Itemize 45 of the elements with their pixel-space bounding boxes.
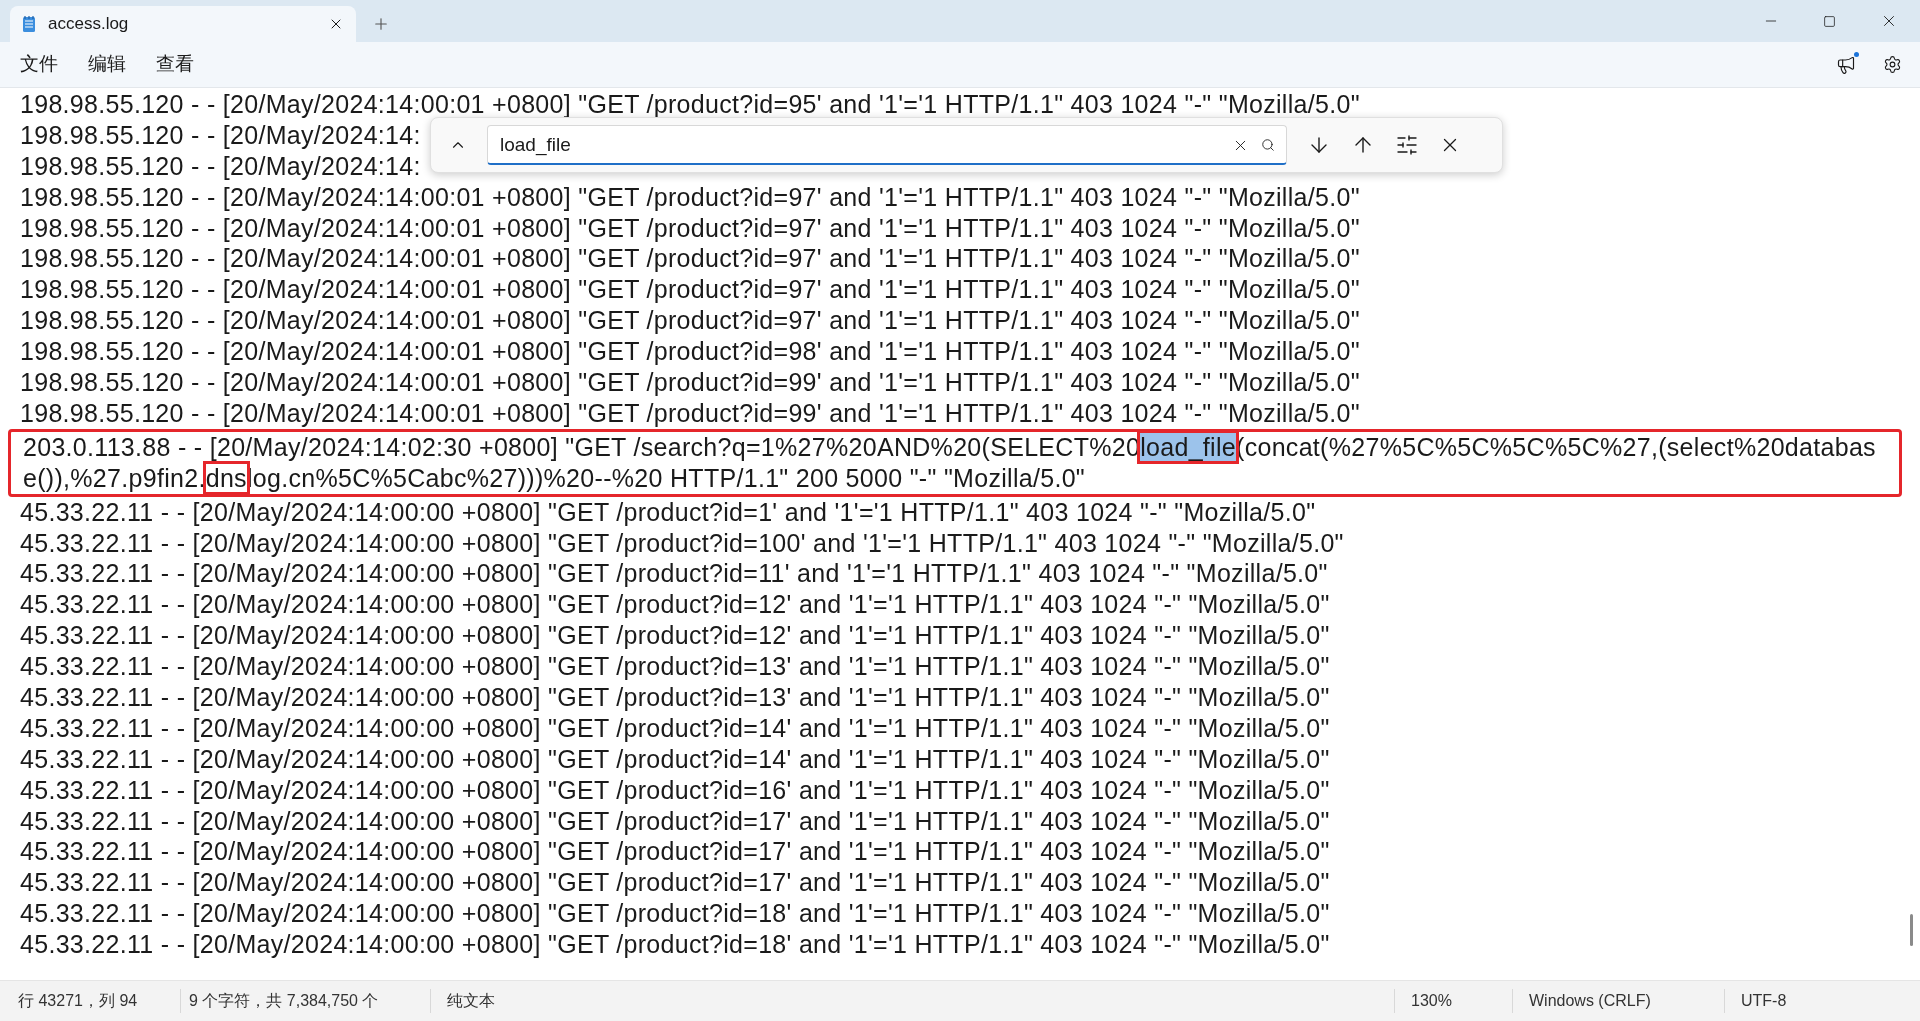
log-line: 45.33.22.11 - - [20/May/2024:14:00:00 +0800] "GET /product?id=1' and '1'='1 HTTP/1.1" 403 1024 "-" "Mozilla/5.0" xyxy=(20,496,1316,528)
menu-item[interactable]: 编辑 xyxy=(86,50,128,79)
log-line: 198.98.55.120 - - [20/May/2024:14:00:01 +0800] "GET /product?id=99' and '1'='1 HTTP/1.1" 403 1024 "-" "Mozilla/5.0" xyxy=(20,397,1360,429)
log-line: 198.98.55.120 - - [20/May/2024:14:00:01 +0800] "GET /product?id=98' and '1'='1 HTTP/1.1" 403 1024 "-" "Mozilla/5.0" xyxy=(20,336,1360,368)
log-line: 198.98.55.120 - - [20/May/2024:14:00:01 +0800] "GET /product?id=97' and '1'='1 HTTP/1.1" 403 1024 "-" "Mozilla/5.0" xyxy=(20,305,1360,337)
log-line: 45.33.22.11 - - [20/May/2024:14:00:00 +0800] "GET /product?id=12' and '1'='1 HTTP/1.1" 403 1024 "-" "Mozilla/5.0" xyxy=(20,620,1330,652)
log-line: 45.33.22.11 - - [20/May/2024:14:00:00 +0800] "GET /product?id=100' and '1'='1 HTTP/1.1" 403 1024 "-" "Mozilla/5.0" xyxy=(20,527,1344,559)
line-ending: Windows (CRLF) xyxy=(1512,989,1724,1013)
log-line: 198.98.55.120 - - [20/May/2024:14:00:01 +0800] "GET /product?id=97' and '1'='1 HTTP/1.1" 403 1024 "-" "Mozilla/5.0" xyxy=(20,212,1360,244)
log-line: 45.33.22.11 - - [20/May/2024:14:00:00 +0800] "GET /product?id=17' and '1'='1 HTTP/1.1" 403 1024 "-" "Mozilla/5.0" xyxy=(20,867,1330,899)
log-line: 45.33.22.11 - - [20/May/2024:14:00:00 +0800] "GET /product?id=17' and '1'='1 HTTP/1.1" 403 1024 "-" "Mozilla/5.0" xyxy=(20,805,1330,837)
tab-title: access.log xyxy=(48,13,130,36)
log-line: 198.98.55.120 - - [20/May/2024:14:00:01 +0800] "GET /product?id=97' and '1'='1 HTTP/1.1" 403 1024 "-" "Mozilla/5.0" xyxy=(20,181,1360,213)
settings-icon[interactable] xyxy=(1883,55,1902,74)
log-line: 198.98.55.120 - - [20/May/2024:14:00:01 +0800] "GET /product?id=97' and '1'='1 HTTP/1.1" 403 1024 "-" "Mozilla/5.0" xyxy=(20,274,1360,306)
file-tab[interactable]: access.log xyxy=(10,6,356,42)
maximize-icon[interactable] xyxy=(1823,14,1836,28)
menu-item[interactable]: 查看 xyxy=(154,50,196,79)
file-type: 纯文本 xyxy=(430,989,495,1013)
log-line: 198.98.55.120 - - [20/May/2024:14: xyxy=(20,119,421,151)
log-line: 45.33.22.11 - - [20/May/2024:14:00:00 +0800] "GET /product?id=14' and '1'='1 HTTP/1.1" 403 1024 "-" "Mozilla/5.0" xyxy=(20,712,1330,744)
menu-item[interactable]: 文件 xyxy=(18,50,60,79)
log-line: 198.98.55.120 - - [20/May/2024:14:00:01 +0800] "GET /product?id=95' and '1'='1 HTTP/1.1" 403 1024 "-" "Mozilla/5.0" xyxy=(20,89,1360,120)
log-line: 45.33.22.11 - - [20/May/2024:14:00:00 +0800] "GET /product?id=17' and '1'='1 HTTP/1.1" 403 1024 "-" "Mozilla/5.0" xyxy=(20,836,1330,868)
log-line: 45.33.22.11 - - [20/May/2024:14:00:00 +0800] "GET /product?id=18' and '1'='1 HTTP/1.1" 403 1024 "-" "Mozilla/5.0" xyxy=(20,898,1330,930)
search-icon[interactable] xyxy=(1261,138,1275,152)
log-line: 45.33.22.11 - - [20/May/2024:14:00:00 +0800] "GET /product?id=13' and '1'='1 HTTP/1.1" 403 1024 "-" "Mozilla/5.0" xyxy=(20,681,1330,713)
scrollbar-thumb[interactable] xyxy=(1910,914,1913,946)
options-icon[interactable] xyxy=(1395,133,1419,157)
encoding: UTF-8 xyxy=(1724,989,1920,1013)
character-count: 9 个字符，共 7,384,750 个 xyxy=(180,989,430,1013)
cursor-position: 行 43271，列 94 xyxy=(17,991,139,1011)
log-line: 45.33.22.11 - - [20/May/2024:14:00:00 +0800] "GET /product?id=13' and '1'='1 HTTP/1.1" 403 1024 "-" "Mozilla/5.0" xyxy=(20,651,1330,682)
megaphone-icon[interactable] xyxy=(1836,54,1856,75)
log-line: 45.33.22.11 - - [20/May/2024:14:00:00 +0800] "GET /product?id=14' and '1'='1 HTTP/1.1" 403 1024 "-" "Mozilla/5.0" xyxy=(20,743,1330,775)
log-line: 45.33.22.11 - - [20/May/2024:14:00:00 +0800] "GET /product?id=18' and '1'='1 HTTP/1.1" 403 1024 "-" "Mozilla/5.0" xyxy=(20,929,1330,960)
log-line: 45.33.22.11 - - [20/May/2024:14:00:00 +0800] "GET /product?id=11' and '1'='1 HTTP/1.1" 403 1024 "-" "Mozilla/5.0" xyxy=(20,558,1328,590)
log-line: 198.98.55.120 - - [20/May/2024:14: xyxy=(20,150,421,182)
find-field[interactable]: load_file xyxy=(487,125,1287,165)
log-line: 198.98.55.120 - - [20/May/2024:14:00:01 +0800] "GET /product?id=99' and '1'='1 HTTP/1.1" 403 1024 "-" "Mozilla/5.0" xyxy=(20,367,1360,398)
notepad-icon xyxy=(22,15,36,33)
log-line: 45.33.22.11 - - [20/May/2024:14:00:00 +0800] "GET /product?id=16' and '1'='1 HTTP/1.1" 403 1024 "-" "Mozilla/5.0" xyxy=(20,774,1330,806)
log-line: 198.98.55.120 - - [20/May/2024:14:00:01 +0800] "GET /product?id=97' and '1'='1 HTTP/1.1" 403 1024 "-" "Mozilla/5.0" xyxy=(20,243,1360,275)
log-line: 45.33.22.11 - - [20/May/2024:14:00:00 +0800] "GET /product?id=12' and '1'='1 HTTP/1.1" 403 1024 "-" "Mozilla/5.0" xyxy=(20,589,1330,621)
zoom-level: 130% xyxy=(1394,989,1512,1013)
